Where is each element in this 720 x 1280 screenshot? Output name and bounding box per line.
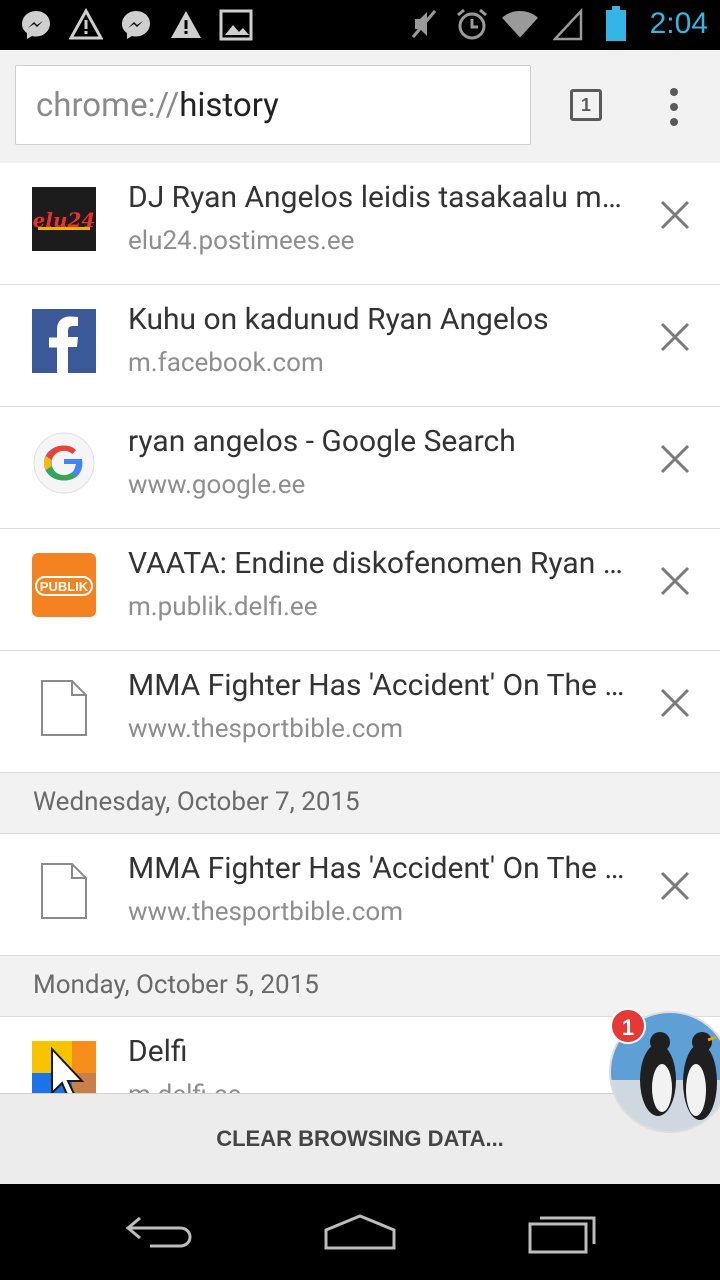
entry-url: www.thesportbible.com — [128, 897, 404, 927]
image-icon — [218, 7, 254, 43]
history-entry[interactable]: MMA Fighter Has 'Accident' On The Mat ww… — [0, 651, 720, 773]
battery-icon — [598, 6, 634, 42]
page-icon — [32, 858, 96, 922]
entry-url: www.thesportbible.com — [128, 714, 404, 744]
entry-title: VAATA: Endine diskofenomen Ryan Angelos — [128, 546, 626, 581]
page-icon — [32, 675, 96, 739]
entry-url: elu24.postimees.ee — [128, 226, 355, 256]
messenger-icon — [118, 7, 154, 43]
home-icon[interactable] — [320, 1204, 400, 1260]
entry-title: Kuhu on kadunud Ryan Angelos — [128, 302, 549, 337]
url-bar[interactable]: chrome://history — [15, 65, 531, 145]
entry-url: www.google.ee — [128, 470, 306, 500]
history-entry[interactable]: PUBLIK VAATA: Endine diskofenomen Ryan A… — [0, 529, 720, 651]
messenger-icon — [18, 7, 54, 43]
notification-badge: 1 — [610, 1008, 646, 1044]
warning-icon — [68, 7, 104, 43]
entry-title: ryan angelos - Google Search — [128, 424, 516, 459]
entry-url: m.facebook.com — [128, 348, 324, 378]
facebook-favicon — [32, 309, 96, 374]
google-favicon — [32, 431, 96, 495]
close-icon[interactable] — [659, 321, 691, 353]
recents-icon[interactable] — [522, 1204, 602, 1260]
date-header: Monday, October 5, 2015 — [0, 956, 720, 1017]
entry-title: DJ Ryan Angelos leidis tasakaalu mees — [128, 180, 626, 215]
wifi-icon — [501, 6, 538, 42]
history-list: elu24 DJ Ryan Angelos leidis tasakaalu m… — [0, 163, 720, 1093]
history-entry[interactable]: Kuhu on kadunud Ryan Angelos m.facebook.… — [0, 285, 720, 407]
svg-text:PUBLIK: PUBLIK — [40, 579, 89, 594]
entry-title: MMA Fighter Has 'Accident' On The Mat — [128, 851, 626, 886]
history-entry[interactable]: MMA Fighter Has 'Accident' On The Mat ww… — [0, 834, 720, 956]
publik-favicon: PUBLIK — [32, 553, 96, 617]
warning-icon — [168, 7, 204, 43]
entry-title: Delfi — [128, 1034, 188, 1069]
entry-url: m.publik.delfi.ee — [128, 592, 318, 622]
signal-icon — [550, 6, 586, 42]
close-icon[interactable] — [659, 870, 691, 902]
tab-switcher-button[interactable]: 1 — [570, 89, 602, 121]
entry-url: m.delfi.ee — [128, 1077, 626, 1093]
date-header: Wednesday, October 7, 2015 — [0, 773, 720, 834]
mute-icon — [406, 6, 442, 42]
close-icon[interactable] — [659, 443, 691, 475]
close-icon[interactable] — [659, 199, 691, 231]
alarm-icon — [454, 6, 490, 42]
close-icon[interactable] — [659, 565, 691, 597]
entry-title: MMA Fighter Has 'Accident' On The Mat — [128, 668, 626, 703]
browser-toolbar: chrome://history 1 — [0, 50, 720, 164]
close-icon[interactable] — [659, 687, 691, 719]
navigation-bar — [0, 1184, 720, 1280]
status-bar: 2:04 — [0, 0, 720, 50]
url-host: history — [179, 86, 279, 125]
history-entry[interactable]: ryan angelos - Google Search www.google.… — [0, 407, 720, 529]
elu24-favicon: elu24 — [32, 187, 96, 251]
back-icon[interactable] — [120, 1204, 200, 1260]
more-vert-icon[interactable] — [662, 88, 686, 128]
delfi-favicon — [32, 1041, 96, 1093]
history-entry[interactable]: elu24 DJ Ryan Angelos leidis tasakaalu m… — [0, 163, 720, 285]
url-scheme: chrome:// — [36, 86, 180, 125]
status-time: 2:04 — [649, 7, 708, 40]
